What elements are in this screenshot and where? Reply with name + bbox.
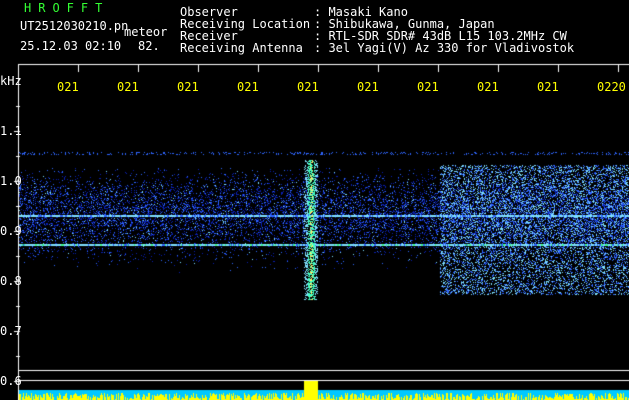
time-label: 021 [177,80,199,94]
time-label: 021 [57,80,79,94]
time-label: 021 [417,80,439,94]
time-label: 021 [117,80,139,94]
count-label: 82. [138,39,160,53]
meteor-label: meteor [124,25,168,39]
freq-label: 1.1 [0,124,22,138]
time-label: 021 [357,80,379,94]
freq-label: 0.9 [0,224,22,238]
unit-label: kHz [0,74,22,88]
freq-label: 0.7 [0,324,22,338]
time-label: 021 [477,80,499,94]
time-label: 0220 [597,80,626,94]
app-title: HROFFT [24,1,110,15]
info-value-antenna: : 3el Yagi(V) Az 330 for Vladivostok [314,41,575,55]
freq-label: 0.6 [0,374,22,388]
info-label-antenna: Receiving Antenna [180,41,303,55]
filename-label: UT2512030210.pn [20,19,129,33]
datetime-label: 25.12.03 02:10 [20,39,122,53]
time-label: 021 [537,80,559,94]
freq-label: 0.8 [0,274,22,288]
spectrogram-canvas [0,0,629,400]
freq-label: 1.0 [0,174,22,188]
time-label: 021 [237,80,259,94]
time-label: 021 [297,80,319,94]
